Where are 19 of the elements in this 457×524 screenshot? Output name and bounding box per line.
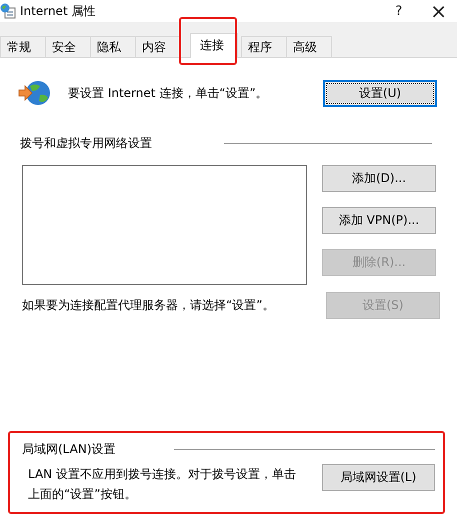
- section-heading: 局域网(LAN)设置: [22, 441, 116, 458]
- highlight-frame: [179, 17, 237, 65]
- button[interactable]: 添加 VPN(P)...: [322, 207, 436, 234]
- tab[interactable]: 连接: [190, 33, 238, 58]
- button[interactable]: 设置(U): [323, 80, 437, 106]
- tab[interactable]: 高级: [286, 36, 332, 57]
- section-heading: 拨号和虚拟专用网络设置: [20, 135, 152, 152]
- globe-arrow-icon: [18, 79, 52, 107]
- help-button[interactable]: ?: [395, 4, 402, 18]
- proxy-text: 如果要为连接配置代理服务器，请选择“设置”。: [22, 297, 276, 314]
- button[interactable]: 添加(D)...: [322, 165, 436, 192]
- connection-list[interactable]: [22, 165, 307, 285]
- setup-text: 要设置 Internet 连接，单击“设置”。: [68, 84, 269, 102]
- tab[interactable]: 常规: [0, 36, 46, 57]
- close-button[interactable]: ×: [430, 1, 447, 21]
- button[interactable]: 局域网设置(L): [322, 464, 435, 491]
- window-title: Internet 属性: [20, 2, 96, 20]
- lan-text: LAN 设置不应用到拨号连接。对于拨号设置，单击上面的“设置”按钮。: [28, 466, 297, 503]
- tab[interactable]: 程序: [241, 36, 287, 57]
